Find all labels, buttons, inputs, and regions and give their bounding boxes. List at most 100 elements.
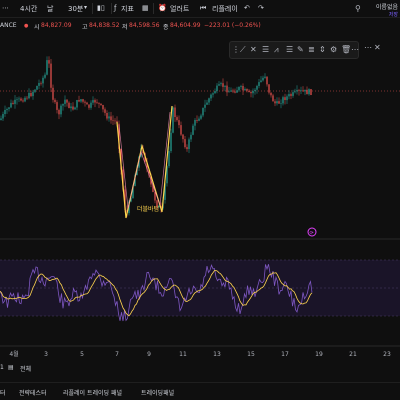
candle-body [224, 85, 226, 87]
candle-body [306, 89, 308, 95]
candle-body [48, 60, 50, 64]
candle-body [262, 77, 264, 81]
x-axis-tick-label: 21 [349, 351, 357, 358]
candle-body [200, 115, 202, 119]
tab-replay-trading[interactable]: 리플레이 트레이딩 패널 [63, 388, 122, 397]
candle-body [240, 86, 242, 87]
candle-body [220, 83, 222, 85]
candle-body [216, 85, 218, 91]
x-axis-tick-label: 17 [281, 351, 289, 358]
pattern-label: 더블바텀 [137, 205, 159, 213]
candle-body [228, 91, 230, 93]
candle-body [78, 100, 80, 102]
candle-body [246, 89, 248, 91]
candle-body [40, 83, 42, 84]
candle-body [192, 125, 194, 135]
candle-body [68, 102, 70, 109]
candle-body [234, 91, 236, 93]
candle-body [10, 102, 12, 108]
tab-screener[interactable]: 터 [0, 388, 6, 397]
bottom-tabs: 터 전략테스터 리플레이 트레이딩 패널 트레이딩패널 [0, 382, 400, 400]
candle-body [42, 77, 44, 84]
candle-body [36, 86, 38, 90]
candle-body [272, 95, 274, 102]
candle-body [54, 99, 56, 103]
candle-body [50, 63, 52, 88]
candle-body [106, 113, 108, 119]
candle-body [276, 101, 278, 104]
candle-body [230, 90, 232, 92]
candle-body [278, 101, 280, 104]
candle-body [22, 100, 24, 102]
x-axis-tick-label: 19 [315, 351, 323, 358]
candle-body [214, 91, 216, 94]
candle-body [72, 106, 74, 110]
candle-body [190, 134, 192, 140]
candle-body [76, 100, 78, 108]
candle-body [44, 74, 46, 78]
candle-body [256, 86, 258, 90]
candle-body [250, 92, 252, 94]
candle-body [62, 103, 64, 106]
candle-body [188, 139, 190, 149]
candle-body [88, 104, 90, 108]
x-axis-tick-label: 11 [179, 351, 187, 358]
candle-body [74, 107, 76, 110]
candle-body [182, 134, 184, 140]
x-axis-tick-label: 23 [383, 351, 391, 358]
candle-body [244, 89, 246, 91]
x-axis-tick-label: 4월 [9, 350, 18, 358]
candle-body [168, 151, 170, 167]
candle-body [298, 90, 300, 91]
candle-body [304, 89, 306, 92]
candle-body [0, 118, 2, 120]
price-chart[interactable]: 더블바텀 ⟳ 4월 3 5 7 9 11 13 15 17 19 21 23 [0, 0, 400, 400]
candle-body [98, 102, 100, 104]
candle-body [2, 114, 4, 119]
tab-strategy-tester[interactable]: 전략테스터 [19, 388, 47, 397]
candle-body [266, 76, 268, 85]
candle-body [70, 106, 72, 109]
candle-body [258, 82, 260, 86]
candle-body [20, 98, 22, 101]
candle-body [268, 84, 270, 93]
candle-body [58, 110, 60, 115]
candle-body [114, 120, 116, 122]
candle-body [38, 83, 40, 86]
candle-body [254, 89, 256, 91]
range-1d[interactable]: 1 [0, 364, 4, 371]
candle-body [26, 97, 28, 99]
candle-body [308, 89, 310, 95]
candle-body [28, 93, 30, 99]
candle-body [218, 84, 220, 86]
candle-body [208, 98, 210, 103]
tab-trading-panel[interactable]: 트레이딩패널 [141, 388, 174, 397]
candle-body [252, 91, 254, 94]
candle-body [196, 120, 198, 121]
candle-body [32, 91, 34, 97]
candle-body [110, 116, 112, 121]
x-axis-tick-label: 15 [247, 351, 255, 358]
candle-body [204, 104, 206, 108]
candle-body [186, 147, 188, 150]
candle-body [310, 89, 312, 95]
candle-body [292, 92, 294, 96]
range-all[interactable]: 전체 [20, 364, 31, 373]
candle-body [284, 97, 286, 100]
candle-body [194, 120, 196, 126]
candle-body [112, 120, 114, 121]
candle-body [222, 83, 224, 87]
calendar-icon[interactable]: ▤ [8, 364, 14, 371]
candle-body [96, 102, 98, 103]
candle-body [178, 120, 180, 126]
candle-body [8, 107, 10, 109]
candle-body [210, 94, 212, 99]
candle-body [64, 99, 66, 104]
candle-body [84, 101, 86, 103]
x-axis-tick-label: 5 [80, 351, 84, 358]
candle-body [198, 118, 200, 121]
x-axis-tick-label: 7 [115, 351, 119, 358]
candle-body [30, 93, 32, 97]
candle-body [176, 117, 178, 121]
candle-body [108, 116, 110, 119]
